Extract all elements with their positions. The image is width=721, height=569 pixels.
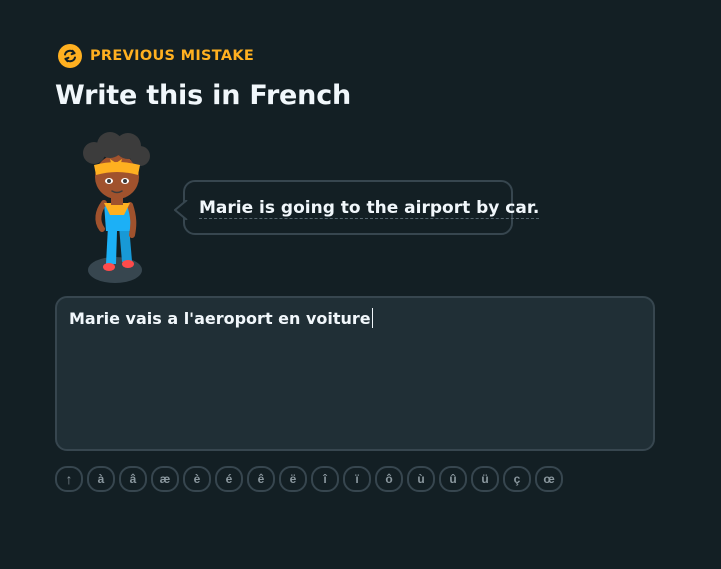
shift-key[interactable]: ↑ xyxy=(55,466,83,492)
char-key-oe[interactable]: œ xyxy=(535,466,563,492)
text-cursor xyxy=(371,308,373,328)
char-key-e-acute[interactable]: é xyxy=(215,466,243,492)
char-key-c-cedilla[interactable]: ç xyxy=(503,466,531,492)
answer-input[interactable]: Marie vais a l'aeroport en voiture xyxy=(55,296,655,451)
arrow-up-icon: ↑ xyxy=(65,471,73,487)
repeat-icon xyxy=(58,44,82,68)
char-key-e-circumflex[interactable]: ê xyxy=(247,466,275,492)
char-key-e-diaeresis[interactable]: ë xyxy=(279,466,307,492)
char-key-ae[interactable]: æ xyxy=(151,466,179,492)
char-key-o-circumflex[interactable]: ô xyxy=(375,466,403,492)
char-key-a-grave[interactable]: à xyxy=(87,466,115,492)
char-key-u-circumflex[interactable]: û xyxy=(439,466,467,492)
exercise-title: Write this in French xyxy=(55,80,352,111)
char-key-i-circumflex[interactable]: î xyxy=(311,466,339,492)
char-key-i-diaeresis[interactable]: ï xyxy=(343,466,371,492)
char-key-u-grave[interactable]: ù xyxy=(407,466,435,492)
char-key-e-grave[interactable]: è xyxy=(183,466,211,492)
previous-mistake-label: PREVIOUS MISTAKE xyxy=(90,48,255,64)
bubble-tail xyxy=(174,200,188,220)
prompt-bubble: Marie is going to the airport by car. xyxy=(174,180,539,235)
answer-text: Marie vais a l'aeroport en voiture xyxy=(69,309,371,328)
special-characters-keyboard: ↑ à â æ è é ê ë î ï ô ù û ü ç œ xyxy=(55,466,563,492)
character-illustration xyxy=(83,132,150,283)
char-key-a-circumflex[interactable]: â xyxy=(119,466,147,492)
char-key-u-diaeresis[interactable]: ü xyxy=(471,466,499,492)
previous-mistake-badge: PREVIOUS MISTAKE xyxy=(58,44,254,68)
prompt-sentence[interactable]: Marie is going to the airport by car. xyxy=(199,198,539,218)
